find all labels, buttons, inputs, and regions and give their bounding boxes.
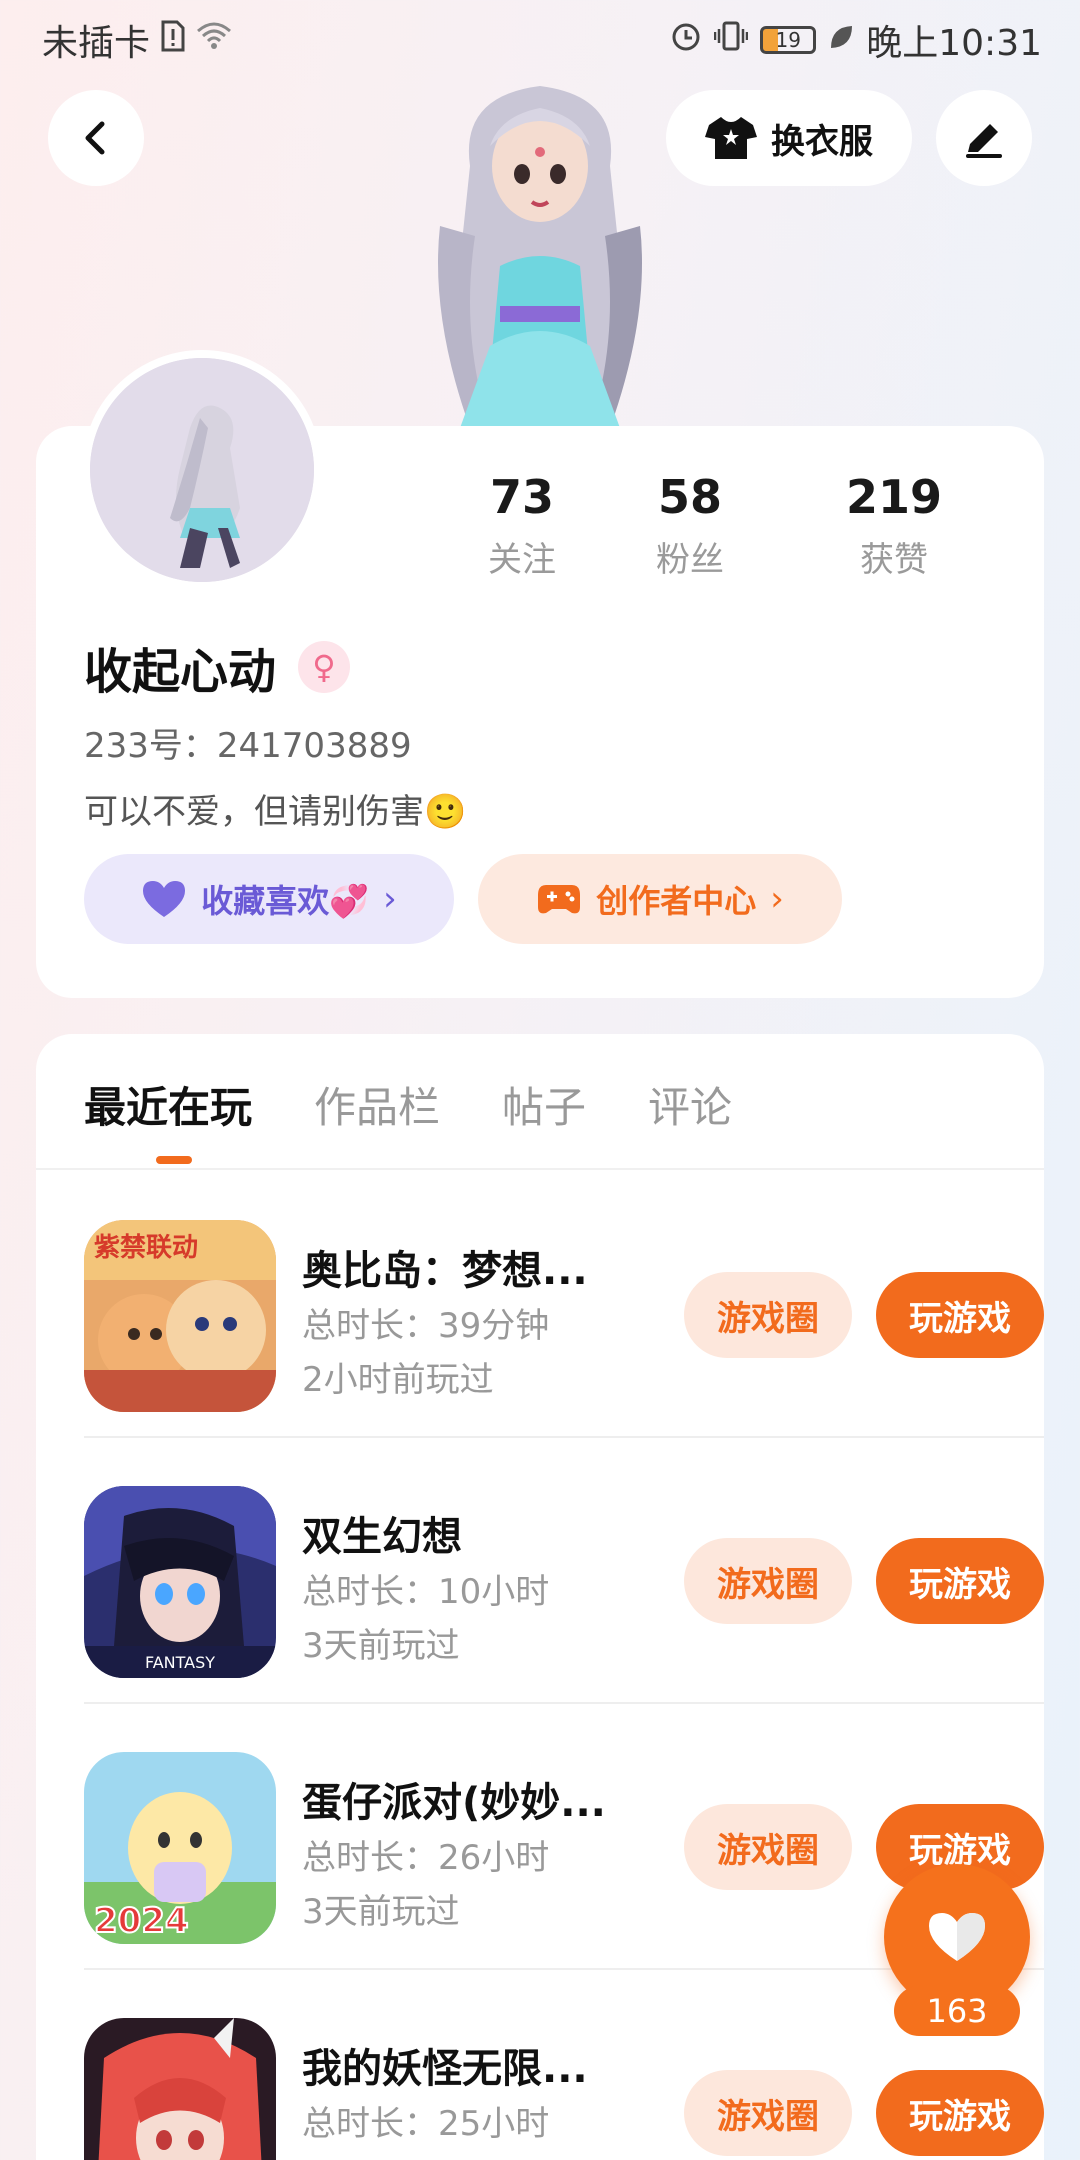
game-icon-eggy-party[interactable]: 2024	[84, 1752, 276, 1944]
game-circle-button[interactable]: 游戏圈	[684, 2070, 852, 2156]
game-duration: 总时长：10小时	[302, 1572, 550, 1612]
wifi-icon	[196, 21, 232, 59]
creator-center-button[interactable]: 创作者中心 ›	[478, 854, 842, 944]
game-icon-text: 2024	[94, 1901, 189, 1941]
tshirt-icon	[705, 117, 757, 159]
status-left: 未插卡	[42, 14, 232, 66]
stat-following-value: 73	[489, 470, 554, 524]
change-outfit-button[interactable]: 换衣服	[666, 90, 912, 186]
edit-profile-button[interactable]	[936, 90, 1032, 186]
status-right: 19 晚上10:31	[670, 14, 1042, 66]
female-gender-icon: ♀	[298, 641, 351, 693]
user-id-label: 233号：	[84, 726, 217, 766]
heart-icon	[929, 1913, 985, 1961]
vibrate-icon	[714, 20, 749, 60]
game-duration: 总时长：26小时	[302, 1838, 550, 1878]
game-circle-button[interactable]: 游戏圈	[684, 1538, 852, 1624]
sim-alert-icon	[160, 20, 186, 60]
chevron-right-icon: ›	[383, 879, 397, 919]
stat-following[interactable]: 73 关注	[456, 470, 588, 590]
tab-indicator	[156, 1156, 192, 1164]
battery-icon: 19	[760, 26, 817, 54]
play-game-button[interactable]: 玩游戏	[876, 1538, 1044, 1624]
stat-likes-label: 获赞	[860, 540, 928, 580]
avatar-figure[interactable]	[380, 56, 700, 428]
chevron-right-icon: ›	[770, 879, 784, 919]
game-last-played: 3天前玩过	[302, 1892, 460, 1932]
game-icon-yaoguai[interactable]	[84, 2018, 276, 2160]
game-last-played: 3天前玩过	[302, 1626, 460, 1666]
carrier-text: 未插卡	[42, 23, 151, 64]
like-count: 163	[894, 1986, 1020, 2036]
tab-recently-played[interactable]: 最近在玩	[84, 1074, 252, 1135]
game-circle-button[interactable]: 游戏圈	[684, 1272, 852, 1358]
game-icon-text: 紫禁联动	[94, 1233, 198, 1263]
stat-likes-value: 219	[845, 470, 943, 524]
game-icon-aobi[interactable]: 紫禁联动	[84, 1220, 276, 1412]
game-last-played: 3天前玩过	[302, 2150, 460, 2160]
tab-bar: 最近在玩 作品栏 帖子 评论	[84, 1074, 732, 1135]
edit-pencil-icon	[966, 124, 1002, 158]
tab-posts[interactable]: 帖子	[502, 1074, 586, 1135]
favorites-label: 收藏喜欢💞	[201, 882, 370, 920]
avatar[interactable]	[82, 350, 322, 590]
game-row[interactable]: FANTASY 双生幻想 总时长：10小时 3天前玩过 游戏圈 玩游戏	[84, 1438, 1044, 1704]
stat-fans-label: 粉丝	[656, 540, 724, 580]
game-row[interactable]: 紫禁联动 奥比岛：梦想... 总时长：39分钟 2小时前玩过 游戏圈 玩游戏	[84, 1172, 1044, 1438]
stat-likes[interactable]: 219 获赞	[792, 470, 996, 590]
back-button[interactable]	[48, 90, 144, 186]
content-card: 最近在玩 作品栏 帖子 评论 紫禁联动 奥比岛：梦想... 总时长：39分钟 2…	[36, 1034, 1044, 2160]
clock-text: 晚上10:31	[866, 23, 1042, 64]
username: 收起心动	[84, 644, 277, 700]
game-last-played: 2小时前玩过	[302, 1360, 494, 1400]
gamepad-icon	[538, 885, 581, 914]
user-bio: 可以不爱，但请别伤害🙂	[84, 792, 467, 832]
leaf-icon	[828, 21, 854, 59]
tab-comments[interactable]: 评论	[648, 1074, 732, 1135]
game-duration: 总时长：25小时	[302, 2104, 550, 2144]
game-icon-shuangsheng[interactable]: FANTASY	[84, 1486, 276, 1678]
game-name: 双生幻想	[302, 1514, 462, 1560]
heart-icon	[143, 881, 186, 917]
game-circle-button[interactable]: 游戏圈	[684, 1804, 852, 1890]
change-outfit-label: 换衣服	[771, 121, 873, 162]
creator-center-label: 创作者中心	[596, 882, 757, 920]
game-name: 奥比岛：梦想...	[302, 1248, 588, 1294]
stat-fans-value: 58	[657, 470, 722, 524]
alarm-icon	[670, 20, 702, 60]
username-row: 收起心动 ♀	[84, 632, 351, 702]
game-icon-text: FANTASY	[145, 1653, 215, 1672]
game-duration: 总时长：39分钟	[302, 1306, 550, 1346]
game-name: 我的妖怪无限...	[302, 2046, 588, 2092]
user-id-value: 241703889	[216, 726, 412, 766]
play-game-button[interactable]: 玩游戏	[876, 2070, 1044, 2156]
battery-level: 19	[775, 28, 801, 52]
chevron-left-icon	[85, 121, 105, 155]
stat-fans[interactable]: 58 粉丝	[588, 470, 792, 590]
tabs-divider	[36, 1168, 1044, 1170]
play-game-button[interactable]: 玩游戏	[876, 1272, 1044, 1358]
profile-stats: 73 关注 58 粉丝 219 获赞	[456, 470, 1016, 590]
favorites-button[interactable]: 收藏喜欢💞 ›	[84, 854, 454, 944]
tab-works[interactable]: 作品栏	[314, 1074, 440, 1135]
game-name: 蛋仔派对(妙妙...	[302, 1780, 602, 1826]
stat-following-label: 关注	[488, 540, 556, 580]
user-id: 233号：241703889	[84, 718, 412, 767]
